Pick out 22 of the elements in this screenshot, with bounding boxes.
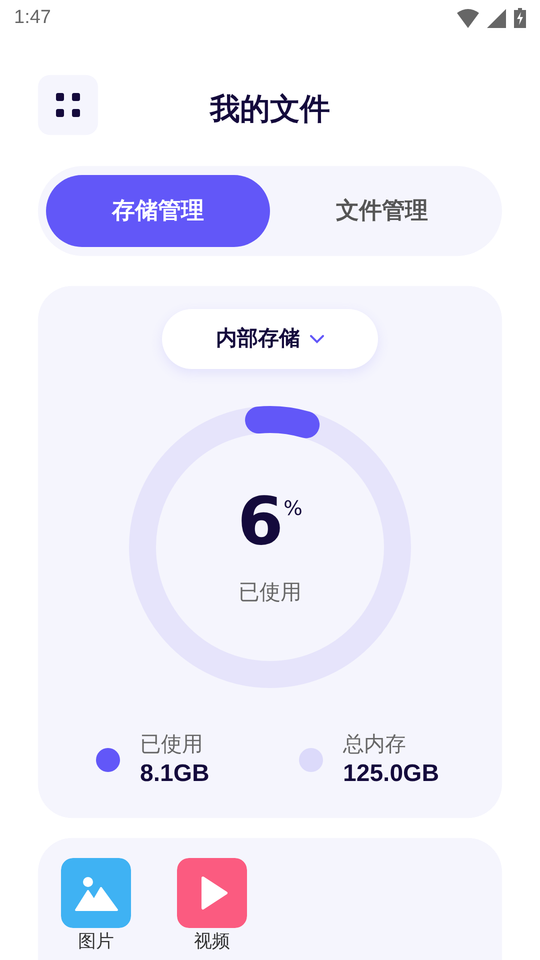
page-title: 我的文件 xyxy=(208,91,331,129)
chevron-down-icon xyxy=(310,334,324,344)
category-label[interactable]: 视频 xyxy=(194,931,230,953)
usage-caption: 已使用 xyxy=(238,579,302,606)
usage-percent: 6 xyxy=(238,489,284,555)
menu-button[interactable] xyxy=(38,75,98,135)
grid-icon xyxy=(56,93,80,117)
legend-label: 总内存 xyxy=(343,731,407,758)
storage-dropdown[interactable]: 内部存储 xyxy=(162,309,378,369)
image-icon[interactable] xyxy=(61,858,131,928)
play-icon[interactable] xyxy=(177,858,247,928)
legend-label: 已使用 xyxy=(140,731,204,758)
signal-icon xyxy=(487,8,506,28)
status-time: 1:47 xyxy=(14,6,51,30)
battery-icon xyxy=(514,8,526,28)
wifi-icon xyxy=(457,8,479,28)
legend-value: 8.1GB xyxy=(140,759,210,790)
tab[interactable]: 存储管理 xyxy=(46,175,270,247)
category-label[interactable]: 图片 xyxy=(78,931,114,953)
legend-value: 125.0GB xyxy=(343,759,440,790)
tab[interactable]: 文件管理 xyxy=(270,175,494,247)
percent-sign: % xyxy=(283,495,302,522)
